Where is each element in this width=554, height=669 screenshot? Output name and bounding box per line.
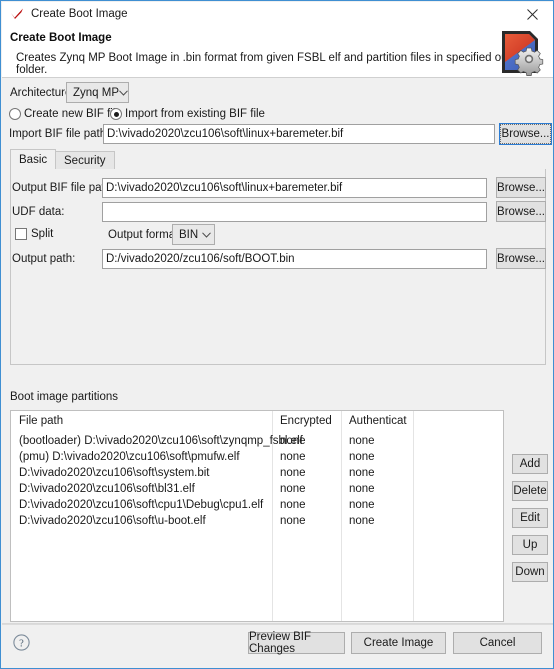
output-path-label: Output path: (12, 253, 76, 265)
footer-divider (2, 624, 553, 625)
column-header-encrypted: Encrypted (280, 415, 332, 427)
output-path-input[interactable]: D:/vivado2020/zcu106/soft/BOOT.bin (102, 249, 487, 269)
output-format-label: Output format: (108, 229, 182, 241)
output-bif-path-label: Output BIF file path: (12, 182, 115, 194)
radio-unchecked-icon (9, 108, 21, 120)
cancel-button[interactable]: Cancel (453, 632, 542, 654)
table-row[interactable]: D:\vivado2020\zcu106\soft\u-boot.elf (19, 515, 206, 527)
page-title: Create Boot Image (10, 32, 112, 44)
output-path-browse-label: Browse... (497, 252, 545, 265)
tab-security-label: Security (64, 154, 106, 167)
radio-checked-icon (110, 108, 122, 120)
table-row[interactable]: (pmu) D:\vivado2020\zcu106\soft\pmufw.el… (19, 451, 240, 463)
table-row[interactable]: none (349, 467, 375, 479)
move-down-label: Down (515, 566, 545, 578)
output-bif-browse-button[interactable]: Browse... (496, 177, 546, 198)
radio-create-new-bif[interactable]: Create new BIF file (9, 108, 122, 120)
table-row[interactable]: none (280, 515, 306, 527)
table-row[interactable]: D:\vivado2020\zcu106\soft\system.bit (19, 467, 210, 479)
column-separator (341, 411, 342, 621)
output-bif-browse-label: Browse... (497, 181, 545, 194)
architecture-select[interactable]: Zynq MP (66, 82, 129, 103)
create-image-label: Create Image (363, 637, 434, 649)
delete-partition-label: Delete (513, 485, 547, 497)
import-bif-browse-label: Browse... (500, 124, 551, 144)
split-label: Split (31, 228, 54, 240)
close-icon (526, 8, 538, 20)
radio-import-existing-bif[interactable]: Import from existing BIF file (110, 108, 265, 120)
window-title: Create Boot Image (31, 8, 128, 20)
checkbox-unchecked-icon (15, 228, 27, 240)
title-bar: Create Boot Image (2, 2, 553, 26)
import-bif-path-label: Import BIF file path: (9, 128, 110, 140)
output-format-select[interactable]: BIN (172, 224, 215, 245)
preview-bif-changes-label: Preview BIF Changes (249, 631, 311, 655)
table-row[interactable]: D:\vivado2020\zcu106\soft\bl31.elf (19, 483, 195, 495)
radio-create-new-bif-label: Create new BIF file (24, 108, 122, 120)
table-row[interactable]: none (280, 499, 306, 511)
edit-partition-label: Edit (520, 512, 540, 524)
column-header-authenticated: Authenticat (349, 415, 407, 427)
close-button[interactable] (510, 2, 553, 26)
split-checkbox[interactable]: Split (15, 228, 53, 240)
table-row[interactable]: none (349, 483, 375, 495)
radio-import-existing-bif-label: Import from existing BIF file (125, 108, 265, 120)
output-format-value: BIN (179, 228, 199, 241)
tab-basic-label: Basic (19, 153, 48, 166)
table-row[interactable]: none (280, 435, 306, 447)
udf-data-browse-button[interactable]: Browse... (496, 201, 546, 222)
import-bif-browse-button[interactable]: Browse... (499, 123, 552, 145)
tab-basic[interactable]: Basic (10, 149, 57, 170)
add-partition-label: Add (519, 458, 541, 470)
table-row[interactable]: none (349, 499, 375, 511)
column-header-file-path: File path (19, 415, 64, 427)
table-row[interactable]: D:\vivado2020\zcu106\soft\cpu1\Debug\cpu… (19, 499, 263, 511)
tab-strip: Basic Security (10, 149, 546, 170)
move-down-button[interactable]: Down (512, 562, 548, 582)
tab-security[interactable]: Security (55, 151, 115, 170)
add-partition-button[interactable]: Add (512, 454, 548, 474)
page-description: Creates Zynq MP Boot Image in .bin forma… (16, 52, 527, 76)
xilinx-check-icon (9, 6, 25, 22)
udf-data-input[interactable] (102, 202, 487, 222)
table-row[interactable]: none (280, 451, 306, 463)
table-row[interactable]: none (349, 435, 375, 447)
table-row[interactable]: none (349, 515, 375, 527)
table-row[interactable]: (bootloader) D:\vivado2020\zcu106\soft\z… (19, 435, 303, 447)
table-row[interactable]: none (280, 483, 306, 495)
delete-partition-button[interactable]: Delete (512, 481, 548, 501)
udf-data-label: UDF data: (12, 206, 65, 218)
architecture-value: Zynq MP (73, 86, 120, 99)
chevron-down-icon (198, 231, 214, 238)
dialog-footer: ? Preview BIF Changes Create Image Cance… (2, 623, 553, 668)
cancel-label: Cancel (479, 637, 516, 649)
create-boot-image-dialog: Create Boot Image Create Boot Image Crea… (0, 0, 554, 669)
svg-text:?: ? (19, 638, 24, 649)
boot-image-gear-icon (498, 28, 546, 76)
create-image-button[interactable]: Create Image (351, 632, 446, 654)
dialog-header: Create Boot Image Creates Zynq MP Boot I… (2, 26, 553, 78)
partitions-table[interactable]: File path Encrypted Authenticat (bootloa… (10, 410, 504, 622)
output-path-browse-button[interactable]: Browse... (496, 248, 546, 269)
table-row[interactable]: none (349, 451, 375, 463)
architecture-label: Architecture: (10, 87, 75, 99)
move-up-label: Up (522, 539, 538, 551)
output-bif-path-input[interactable]: D:\vivado2020\zcu106\soft\linux+baremete… (102, 178, 487, 198)
boot-image-partitions-label: Boot image partitions (10, 391, 119, 403)
table-row[interactable]: none (280, 467, 306, 479)
import-bif-path-input[interactable]: D:\vivado2020\zcu106\soft\linux+baremete… (103, 124, 495, 144)
preview-bif-changes-button[interactable]: Preview BIF Changes (248, 631, 345, 655)
chevron-down-icon (119, 89, 128, 96)
edit-partition-button[interactable]: Edit (512, 508, 548, 528)
udf-data-browse-label: Browse... (497, 205, 545, 218)
column-separator (413, 411, 414, 621)
question-mark-icon[interactable]: ? (13, 634, 30, 651)
move-up-button[interactable]: Up (512, 535, 548, 555)
dialog-body: Architecture: Zynq MP Create new BIF fil… (2, 78, 553, 623)
